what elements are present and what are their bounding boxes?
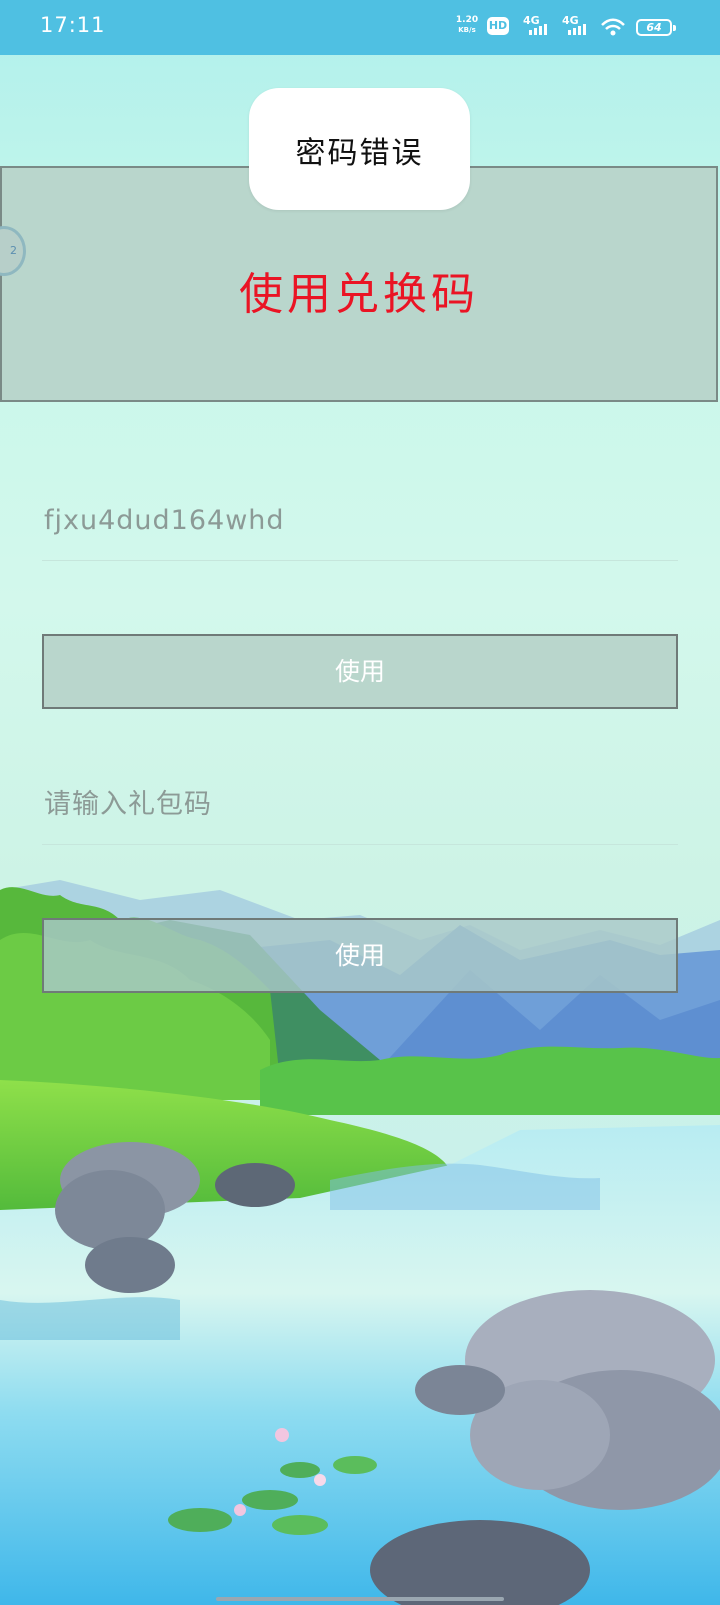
error-toast: 密码错误 bbox=[249, 88, 470, 210]
wifi-icon bbox=[601, 18, 625, 36]
redeem-code-field[interactable] bbox=[42, 480, 678, 561]
floating-side-button-label: 2 bbox=[10, 244, 17, 257]
page-title: 使用兑换码 bbox=[239, 269, 479, 320]
status-bar: 17:11 1.20 KB/s HD 4G 4G 64 bbox=[0, 0, 720, 55]
gesture-nav-bar[interactable] bbox=[216, 1597, 504, 1601]
battery-level: 64 bbox=[646, 21, 662, 34]
screen: 17:11 1.20 KB/s HD 4G 4G 64 使用兑换码 2 密码错误… bbox=[0, 0, 720, 1605]
network-speed-value: 1.20 bbox=[455, 15, 479, 25]
network-speed-indicator: 1.20 KB/s bbox=[454, 15, 480, 35]
battery-icon: 64 bbox=[636, 19, 676, 36]
toast-message: 密码错误 bbox=[295, 136, 424, 171]
gift-code-input[interactable] bbox=[42, 764, 678, 844]
redeem-code-input[interactable] bbox=[42, 480, 678, 560]
hd-voice-icon: HD bbox=[487, 17, 509, 35]
gift-code-field[interactable] bbox=[42, 764, 678, 845]
use-redeem-code-button[interactable]: 使用 bbox=[42, 634, 678, 709]
network-speed-unit: KB/s bbox=[458, 26, 476, 34]
use-gift-code-button[interactable]: 使用 bbox=[42, 918, 678, 993]
status-time: 17:11 bbox=[40, 13, 106, 37]
